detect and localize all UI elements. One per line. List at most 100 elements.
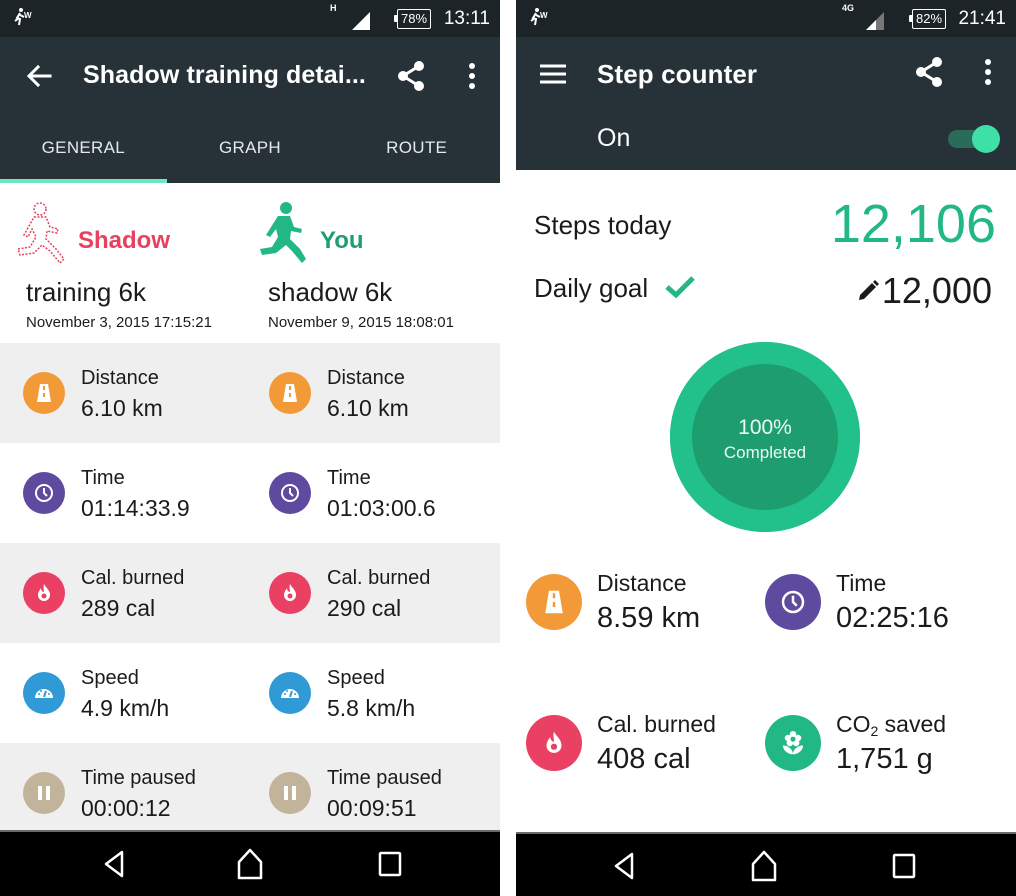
back-triangle-icon[interactable] [94,846,134,882]
shadow-session: Shadow training 6k November 3, 2015 17:1… [16,201,256,346]
shadow-runner-icon [17,202,66,265]
shadow-distance: Distance 6.10 km [0,343,245,443]
shadow-session-date: November 3, 2015 17:15:21 [26,314,212,331]
svg-text:W: W [540,11,548,20]
stat-label: Distance [81,367,159,389]
app-bar: Step counter On [516,37,1016,170]
stat-label: Distance [327,367,405,389]
daily-goal-value: 12,000 [881,270,992,311]
flame-icon [23,572,65,614]
road-icon [269,372,311,414]
stat-label: CO2 saved [836,711,946,739]
stat-value: 01:14:33.9 [81,495,190,521]
flame-icon [526,715,582,771]
edit-daily-goal-button[interactable]: 12,000 [856,270,992,312]
flame-icon [269,572,311,614]
stat-label: Cal. burned [81,567,185,589]
comparison-header: Shadow training 6k November 3, 2015 17:1… [0,183,500,343]
toggle-knob [972,125,1000,153]
shadow-training-screen: W H 78% 13:11 Shadow training detai... G… [0,0,500,896]
tab-general[interactable]: GENERAL [0,119,167,183]
home-icon[interactable] [744,848,784,884]
runner-notification-icon: W [530,8,548,26]
step-counter-toggle[interactable] [946,123,1002,155]
status-bar: W 4G 82% 21:41 [516,0,1016,37]
stat-label: Time [836,570,887,596]
more-vert-icon[interactable] [460,59,484,93]
back-arrow-icon[interactable] [22,59,56,93]
back-triangle-icon[interactable] [604,848,644,884]
app-bar: Shadow training detai... GENERAL GRAPH R… [0,37,500,183]
runner-icon [260,202,306,263]
pause-icon [269,772,311,814]
stat-label: Cal. burned [597,711,716,737]
checkmark-icon [665,276,695,299]
stat-label: Speed [81,667,139,689]
stat-label: Speed [327,667,385,689]
stat-time: Time 02:25:16 [765,560,995,640]
daily-goal-label: Daily goal [534,273,649,303]
co2-label-rest: saved [878,711,947,737]
speedometer-icon [269,672,311,714]
pause-icon [23,772,65,814]
clock-icon [765,574,821,630]
battery-indicator: 78% [393,9,432,29]
signal-icon [352,12,370,30]
shadow-speed: Speed 4.9 km/h [0,643,245,743]
stat-value: 1,751 g [836,743,933,775]
hamburger-menu-icon[interactable] [536,57,570,91]
stat-value: 02:25:16 [836,602,949,634]
shadow-time-paused: Time paused 00:00:12 [0,743,245,843]
your-session-name: shadow 6k [268,277,393,307]
svg-text:W: W [24,11,32,20]
stat-row-distance: Distance 6.10 km Distance 6.10 km [0,343,500,443]
page-title: Step counter [597,59,758,89]
stat-value: 6.10 km [81,395,163,421]
runner-notification-icon: W [14,8,32,26]
stat-row-calories: Cal. burned 289 cal Cal. burned 290 cal [0,543,500,643]
road-icon [23,372,65,414]
system-nav-bar [516,832,1016,896]
shadow-session-name: training 6k [26,277,146,307]
toggle-label: On [597,124,631,152]
you-speed: Speed 5.8 km/h [246,643,491,743]
shadow-calories: Cal. burned 289 cal [0,543,245,643]
stat-label: Cal. burned [327,567,431,589]
status-time: 13:11 [443,8,490,29]
progress-caption: Completed [723,443,807,462]
share-icon[interactable] [394,59,428,93]
shadow-label: Shadow [78,227,171,254]
share-icon[interactable] [912,55,946,89]
co2-label-main: CO [836,711,871,737]
recents-square-icon[interactable] [370,846,410,882]
stat-value: 290 cal [327,595,402,621]
signal-icon [866,12,884,30]
speedometer-icon [23,672,65,714]
tab-route[interactable]: ROUTE [333,119,500,183]
stat-label: Time [327,467,371,489]
stat-row-time-paused: Time paused 00:00:12 Time paused 00:09:5… [0,743,500,843]
stat-value: 00:00:12 [81,795,171,821]
stat-value: 01:03:00.6 [327,495,436,521]
stat-value: 8.59 km [597,602,701,634]
more-vert-icon[interactable] [976,55,1000,89]
stat-row-speed: Speed 4.9 km/h Speed 5.8 km/h [0,643,500,743]
tab-graph[interactable]: GRAPH [167,119,334,183]
stat-value: 00:09:51 [327,795,417,821]
battery-indicator: 82% [908,9,947,29]
stat-value: 289 cal [81,595,156,621]
stat-label: Time paused [81,767,196,789]
flower-icon [765,715,821,771]
road-icon [526,574,582,630]
your-session: You shadow 6k November 9, 2015 18:08:01 [258,201,498,346]
you-label: You [320,227,364,254]
you-distance: Distance 6.10 km [246,343,491,443]
recents-square-icon[interactable] [884,848,924,884]
stat-value: 6.10 km [327,395,409,421]
home-icon[interactable] [230,846,270,882]
you-calories: Cal. burned 290 cal [246,543,491,643]
pencil-icon [858,280,879,300]
step-counter-screen: W 4G 82% 21:41 Step counter On Steps tod… [516,0,1016,896]
clock-icon [269,472,311,514]
stat-value: 408 cal [597,743,691,775]
